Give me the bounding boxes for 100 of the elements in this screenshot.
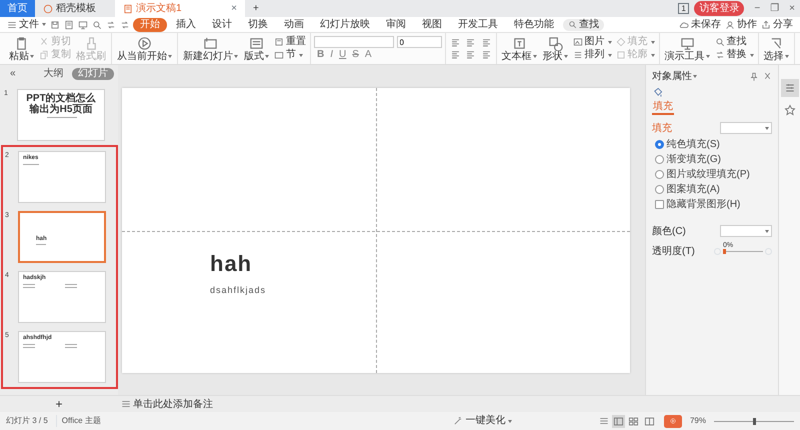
- font-name-field[interactable]: [314, 36, 394, 48]
- menu-tab[interactable]: 视图: [415, 18, 449, 32]
- text-lines-drawing: [23, 344, 35, 348]
- close-icon: [763, 72, 772, 81]
- font-size-field[interactable]: 0: [396, 36, 442, 48]
- menu-tab[interactable]: 切换: [241, 18, 275, 32]
- login-button[interactable]: 访客登录: [694, 1, 744, 16]
- image-icon: [572, 37, 582, 47]
- play-button[interactable]: [664, 414, 682, 428]
- caret-icon: [765, 126, 769, 130]
- checkbox[interactable]: [654, 200, 664, 209]
- menu-tab[interactable]: 开发工具: [451, 18, 505, 32]
- search-icon: [568, 20, 577, 29]
- view-button[interactable]: [612, 414, 625, 428]
- radio-button[interactable]: [654, 140, 664, 149]
- search-button[interactable]: 查找: [563, 18, 604, 30]
- list-icon: [480, 37, 492, 48]
- replace-icon: [714, 50, 724, 60]
- preview-icon: [92, 20, 102, 30]
- text-lines-drawing: [65, 344, 77, 348]
- toolbar-button[interactable]: 分享: [760, 18, 794, 30]
- panel-title: 对象属性: [652, 70, 692, 84]
- menu-tab[interactable]: 幻灯片放映: [313, 18, 377, 32]
- notes-icon: [120, 399, 130, 409]
- toolbar-button[interactable]: 演示工具: [662, 36, 712, 62]
- notes-placeholder[interactable]: 单击此处添加备注: [133, 396, 213, 412]
- shapes-icon: [548, 36, 562, 50]
- menu-tab[interactable]: 设计: [205, 18, 239, 32]
- field-label: 透明度(T): [652, 244, 695, 259]
- toolbar-button[interactable]: 未保存: [678, 18, 722, 30]
- text-lines-drawing: [65, 284, 77, 288]
- copy-icon: [39, 50, 49, 60]
- option-label: 图案填充(A): [666, 184, 720, 196]
- slide-subtitle: dsahflkjads: [210, 284, 266, 297]
- toolbar-button[interactable]: 图片: [572, 36, 612, 48]
- color-dropdown[interactable]: [720, 225, 772, 237]
- slide-counter: 幻灯片 3 / 5: [6, 415, 48, 427]
- option-label: 渐变填充(G): [666, 154, 721, 166]
- person-icon: [725, 20, 735, 30]
- menu-icon: [7, 20, 17, 30]
- fill-dropdown[interactable]: [720, 122, 772, 134]
- text-lines-drawing: [23, 164, 39, 165]
- option-label: 纯色填充(S): [666, 138, 720, 150]
- toolbar-button[interactable]: 形状: [540, 36, 570, 62]
- toolbar-button[interactable]: 版式: [242, 36, 271, 62]
- play-icon: [137, 36, 152, 50]
- wand-icon: [453, 416, 464, 426]
- close-icon[interactable]: ×: [231, 1, 237, 16]
- document-tab[interactable]: 首页: [0, 0, 35, 17]
- file-menu[interactable]: 文件: [6, 18, 47, 30]
- slide-thumbnail[interactable]: PPT的文档怎么输出为H5页面: [17, 89, 105, 141]
- side-button[interactable]: [780, 79, 798, 97]
- beautify-button[interactable]: 一键美化: [452, 415, 514, 427]
- toolbar-button[interactable]: 新建幻灯片: [181, 36, 240, 62]
- panel-tab[interactable]: 大纲: [38, 68, 70, 80]
- reset-icon: [274, 37, 284, 47]
- text-lines-drawing: [36, 244, 46, 245]
- toolbar-button[interactable]: 选择: [762, 36, 790, 62]
- menu-tab[interactable]: 特色功能: [507, 18, 561, 32]
- reading-view-icon: [644, 416, 655, 426]
- align-icon: [450, 49, 460, 60]
- normal-view-icon: [612, 416, 624, 426]
- radio-button[interactable]: [654, 170, 664, 179]
- toolbar-button[interactable]: 从当前开始: [115, 36, 174, 62]
- toolbar-button[interactable]: 替换: [714, 49, 754, 61]
- pin-icon: [749, 72, 759, 82]
- slider-thumb[interactable]: [752, 418, 756, 424]
- menu-tab[interactable]: 动画: [277, 18, 311, 32]
- menu-tab[interactable]: 审阅: [379, 18, 413, 32]
- radio-button[interactable]: [654, 155, 664, 164]
- scissors-icon: [39, 37, 49, 47]
- toolbar-button[interactable]: 文本框: [500, 36, 538, 62]
- document-tab[interactable]: 演示文稿1 ×: [115, 0, 245, 17]
- notes-toggle-icon: [599, 416, 610, 426]
- textbox-icon: [512, 36, 526, 50]
- caret-icon: [42, 23, 46, 26]
- toolbar-button[interactable]: 查找: [714, 36, 754, 48]
- document-icon: [64, 20, 74, 30]
- fill-icon: [652, 87, 663, 98]
- add-slide-button[interactable]: +: [54, 398, 64, 410]
- menu-tab[interactable]: 插入: [169, 18, 203, 32]
- toolbar-button[interactable]: 节: [273, 49, 307, 61]
- radio-button[interactable]: [654, 185, 664, 194]
- fill-icon: [616, 37, 626, 47]
- toolbar-button[interactable]: 协作: [724, 18, 758, 30]
- layout-icon: [249, 36, 264, 50]
- sorter-view-icon: [628, 416, 640, 426]
- collapse-button[interactable]: «: [4, 68, 22, 80]
- toolbar-button[interactable]: 重置: [273, 36, 307, 48]
- outline-icon: [616, 50, 626, 60]
- toolbar-button[interactable]: 粘贴: [7, 36, 36, 62]
- monitor-icon: [680, 36, 694, 50]
- slider-thumb[interactable]: [723, 249, 726, 254]
- toolbar-button[interactable]: 排列: [572, 49, 612, 61]
- view-button[interactable]: [642, 414, 656, 428]
- notification-badge[interactable]: 1: [678, 3, 690, 14]
- option-label: 隐藏背景图形(H): [666, 198, 740, 210]
- zoom-level[interactable]: 79%: [690, 415, 706, 427]
- logo-icon: [43, 4, 53, 14]
- view-button[interactable]: [627, 414, 640, 428]
